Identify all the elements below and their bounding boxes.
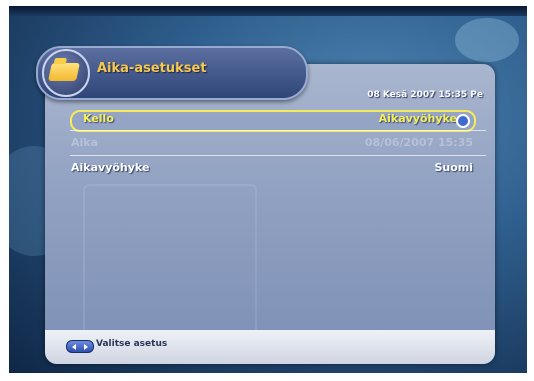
background-bubble [455,18,519,62]
folder-icon [48,63,80,81]
row-divider [70,155,486,156]
row-value: Aikavyöhyke [378,112,457,125]
menu-row-kello[interactable]: Kello Aikavyöhyke [59,108,485,132]
menu-row-aika: Aika 08/06/2007 15:35 [59,132,485,154]
panel-watermark [83,184,257,338]
row-value: Suomi [434,161,473,174]
row-label: Aika [71,136,99,149]
top-bar [9,6,527,16]
row-label: Kello [83,112,114,125]
row-label: Aikavyöhyke [71,161,150,174]
footer-hint: Valitse asetus [96,339,168,349]
current-datetime: 08 Kesä 2007 15:35 Pe [367,90,483,100]
gear-icon [456,114,470,128]
left-right-arrows-icon [66,340,94,353]
menu-row-aikavyohyke[interactable]: Aikavyöhyke Suomi [59,157,485,179]
row-value: 08/06/2007 15:35 [364,136,473,149]
page-title: Aika-asetukset [97,61,207,76]
row-divider [70,130,486,131]
